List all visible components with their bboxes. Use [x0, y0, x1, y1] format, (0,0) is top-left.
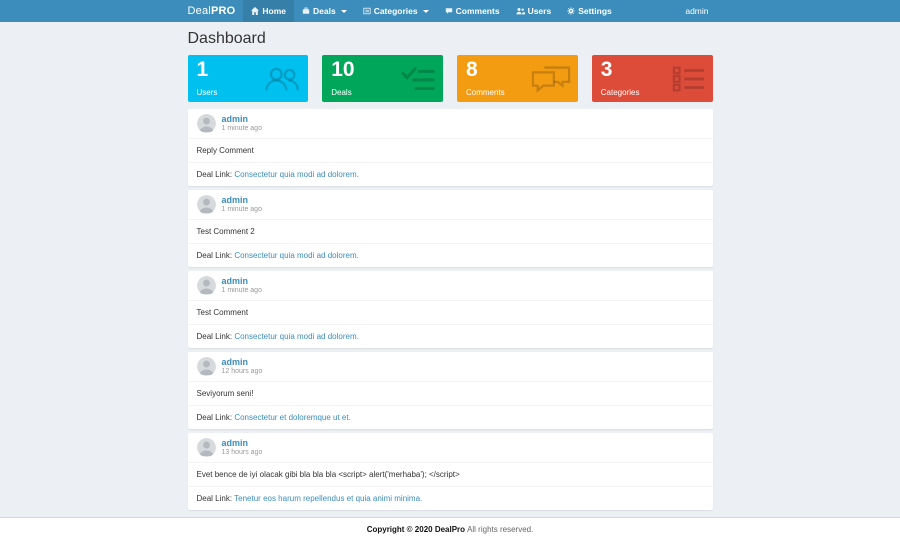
deal-link[interactable]: Consectetur quia modi ad dolorem. — [234, 170, 359, 179]
comment-time: 13 hours ago — [221, 449, 263, 456]
briefcase-icon — [302, 7, 310, 15]
comment-card: admin 12 hours ago Seviyorum seni! Deal … — [187, 352, 713, 429]
avatar[interactable] — [196, 438, 216, 457]
deal-link[interactable]: Tenetur eos harum repellendus et quia an… — [234, 494, 422, 503]
comment-author-link[interactable]: admin — [222, 276, 262, 286]
chevron-down-icon — [422, 9, 429, 13]
stat-label: Categories — [600, 88, 640, 97]
nav-user-menu[interactable]: admin — [681, 0, 712, 22]
content-area: Dashboard 1 Users 10 Deals 8 Comments 3 … — [0, 22, 900, 517]
comment-card: admin 1 minute ago Test Comment 2 Deal L… — [187, 190, 713, 267]
deal-link-label: Deal Link: — [196, 332, 233, 341]
nav-label: Categories — [373, 6, 418, 16]
comments-list: admin 1 minute ago Reply Comment Deal Li… — [187, 109, 713, 510]
stat-card-categories: 3 Categories — [591, 55, 713, 102]
nav-item-comments[interactable]: Comments — [437, 0, 508, 22]
logo-bold: PRO — [210, 5, 236, 17]
comment-card: admin 1 minute ago Reply Comment Deal Li… — [187, 109, 713, 186]
stat-card-comments: 8 Comments — [457, 55, 578, 102]
comment-body: Test Comment — [187, 300, 713, 324]
comments-icon — [531, 64, 571, 94]
users-icon — [263, 66, 301, 92]
nav-item-categories[interactable]: Categories — [355, 0, 437, 22]
comment-author-link[interactable]: admin — [222, 195, 262, 205]
comment-time: 1 minute ago — [221, 125, 262, 132]
deal-link-label: Deal Link: — [196, 170, 233, 179]
stat-label: Deals — [331, 88, 352, 97]
avatar[interactable] — [196, 276, 216, 295]
avatar[interactable] — [196, 114, 216, 133]
list-icon — [672, 65, 706, 92]
footer-rights: All rights reserved. — [467, 525, 534, 534]
nav-item-home[interactable]: Home — [243, 0, 294, 22]
nav-label: Deals — [313, 6, 336, 16]
main-nav: Home Deals Categories Comments Users Set… — [243, 0, 619, 22]
app-logo[interactable]: Deal PRO — [188, 0, 236, 22]
comment-card: admin 1 minute ago Test Comment Deal Lin… — [187, 271, 713, 348]
comment-author-link[interactable]: admin — [222, 114, 262, 124]
navbar: DealPRO Home Deals Categories Comments — [0, 0, 900, 22]
nav-item-settings[interactable]: Settings — [559, 0, 620, 22]
checklist-icon — [400, 65, 436, 93]
chevron-down-icon — [340, 9, 347, 13]
page-title: Dashboard — [187, 30, 266, 47]
deal-link[interactable]: Consectetur quia modi ad dolorem. — [234, 332, 359, 341]
comment-author-link[interactable]: admin — [222, 438, 263, 448]
nav-label: Home — [262, 6, 286, 16]
gear-icon — [567, 7, 575, 15]
deal-link-label: Deal Link: — [196, 251, 233, 260]
comment-card: admin 13 hours ago Evet bence de iyi ola… — [187, 433, 713, 510]
nav-item-users[interactable]: Users — [508, 0, 560, 22]
comment-body: Test Comment 2 — [187, 219, 713, 243]
nav-item-deals[interactable]: Deals — [294, 0, 355, 22]
nav-label: Settings — [578, 6, 612, 16]
stat-label: Comments — [466, 88, 505, 97]
comment-author-link[interactable]: admin — [222, 357, 263, 367]
avatar[interactable] — [196, 195, 216, 214]
users-icon — [515, 7, 525, 15]
comment-body: Seviyorum seni! — [187, 381, 713, 405]
comment-icon — [445, 7, 453, 15]
stat-card-users: 1 Users — [187, 55, 309, 102]
comment-time: 1 minute ago — [221, 206, 262, 213]
nav-label: Users — [527, 6, 552, 16]
comment-body: Evet bence de iyi olacak gibi bla bla bl… — [187, 462, 713, 486]
footer-copyright: Copyright © 2020 DealPro — [366, 525, 466, 534]
comment-time: 1 minute ago — [221, 287, 262, 294]
comment-time: 12 hours ago — [221, 368, 263, 375]
home-icon — [251, 7, 260, 15]
deal-link-label: Deal Link: — [196, 413, 233, 422]
comment-body: Reply Comment — [187, 138, 713, 162]
deal-link[interactable]: Consectetur et doloremque ut et. — [234, 413, 351, 422]
avatar[interactable] — [196, 357, 216, 376]
stat-label: Users — [196, 88, 218, 97]
list-alt-icon — [363, 7, 371, 15]
logo-light: Deal — [187, 5, 211, 17]
footer: Copyright © 2020 DealPro All rights reser… — [0, 517, 900, 541]
deal-link[interactable]: Consectetur quia modi ad dolorem. — [234, 251, 359, 260]
stat-card-deals: 10 Deals — [322, 55, 443, 102]
nav-label: Comments — [455, 6, 500, 16]
stats-row: 1 Users 10 Deals 8 Comments 3 Categories — [187, 55, 713, 102]
deal-link-label: Deal Link: — [196, 494, 233, 503]
